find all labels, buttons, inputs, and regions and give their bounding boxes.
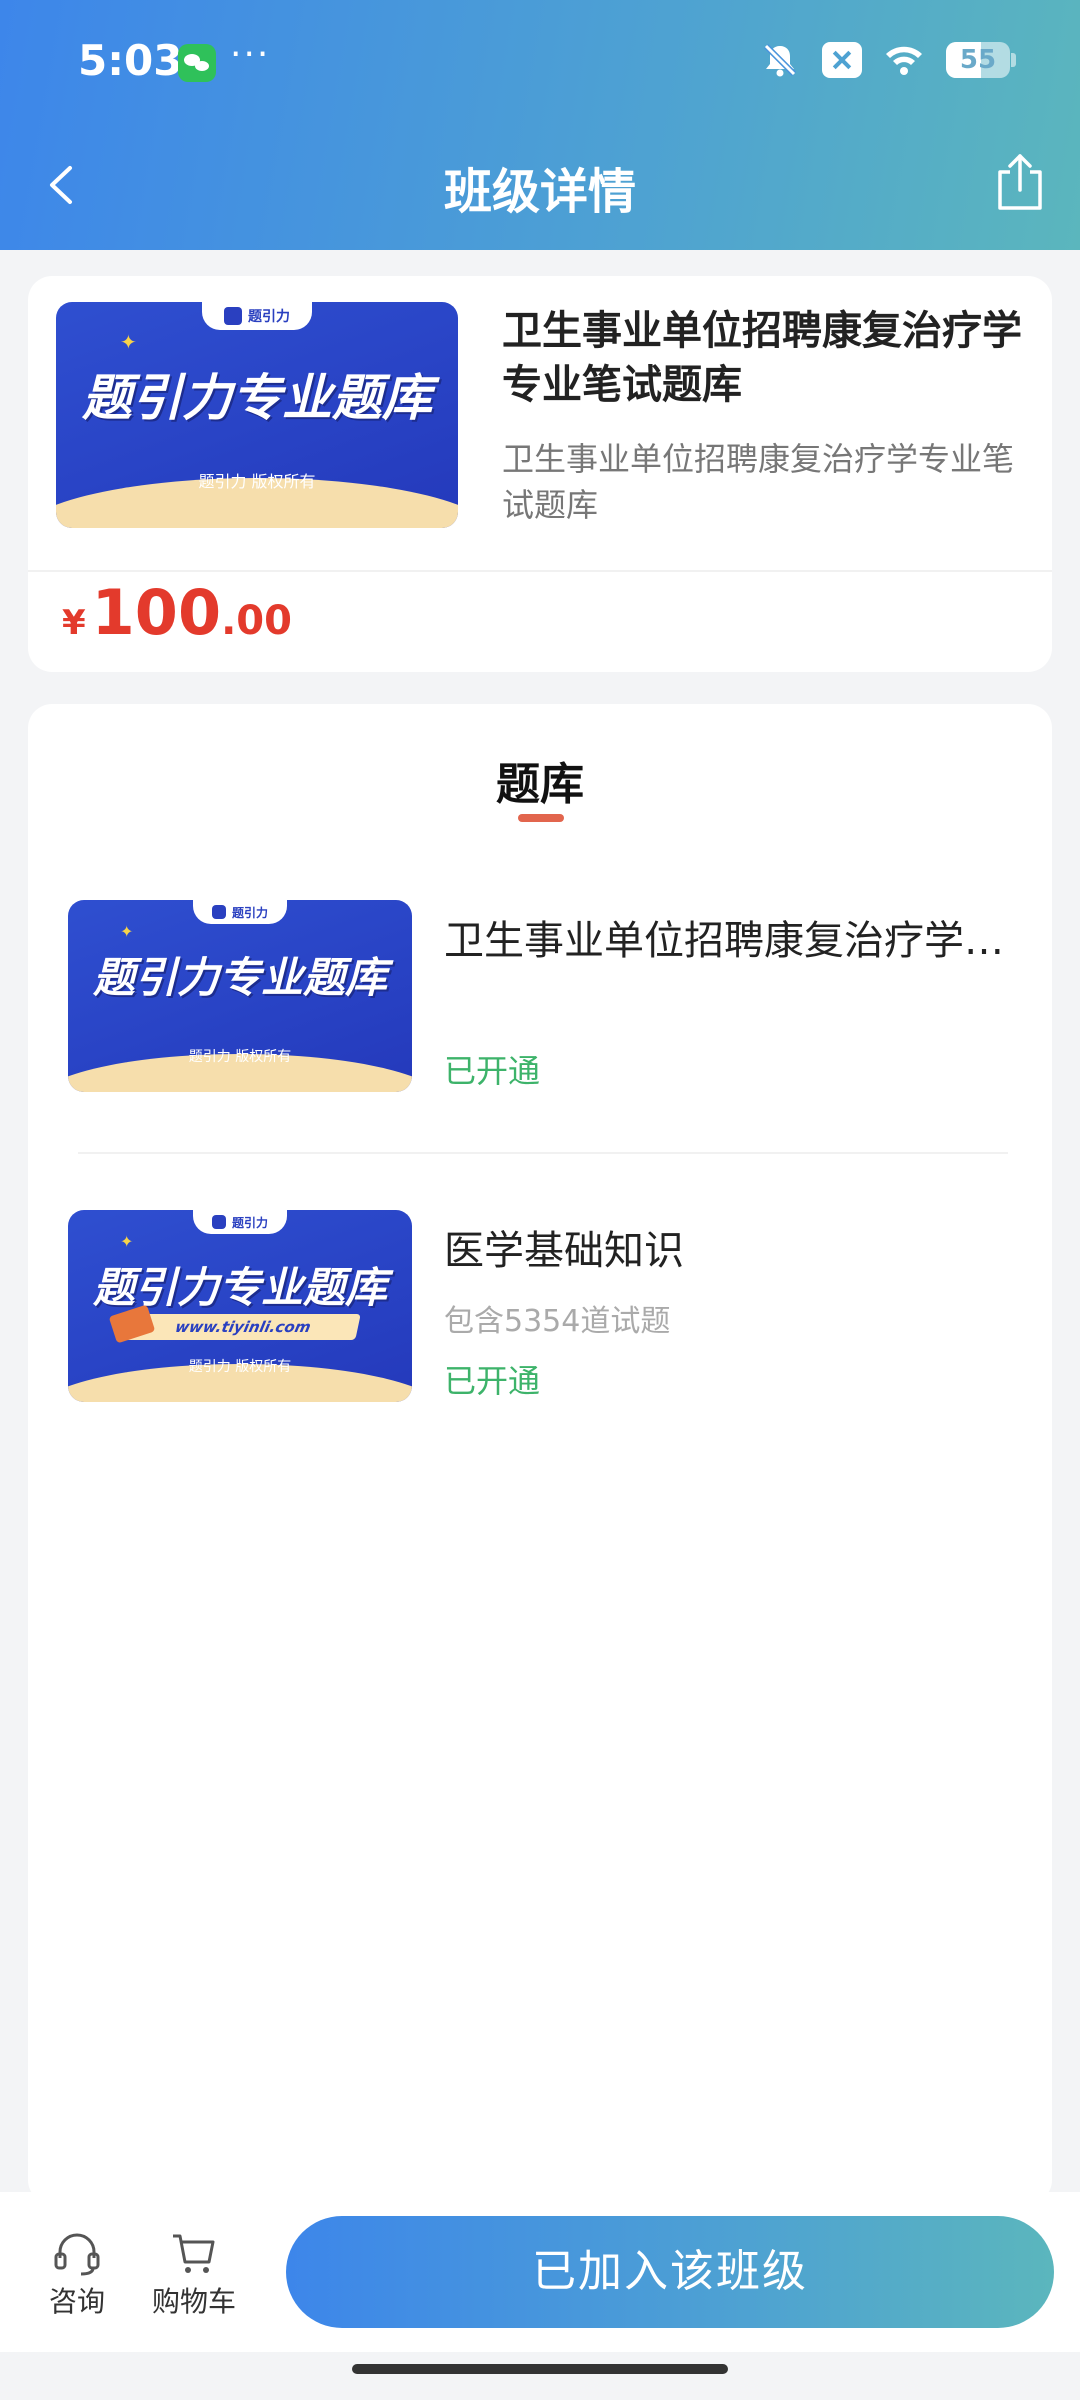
share-icon <box>998 154 1042 210</box>
banner-url: www.tiyinli.com <box>125 1314 361 1340</box>
status-icons: 55 <box>760 40 1016 80</box>
banner-title: 题引力专业题库 <box>92 953 387 1002</box>
home-indicator[interactable] <box>352 2364 728 2374</box>
price-integer: 100 <box>91 576 222 649</box>
wechat-icon <box>178 44 216 82</box>
share-button[interactable] <box>994 152 1046 212</box>
question-bank-section: 题库 题引力 ✦ 题引力专业题库 题引力 版权所有 卫生事业单位招聘康复治疗学专… <box>28 704 1052 2204</box>
price-currency: ¥ <box>62 603 86 643</box>
divider <box>28 570 1052 572</box>
banner-tag: 题引力 <box>193 900 287 924</box>
star-icon: ✦ <box>120 330 137 354</box>
consult-button[interactable]: 咨询 <box>42 2230 112 2320</box>
page-title: 班级详情 <box>443 164 636 220</box>
product-title: 卫生事业单位招聘康复治疗学专业笔试题库 <box>502 308 1022 408</box>
product-card: 题引力 ✦ 题引力专业题库 题引力 版权所有 卫生事业单位招聘康复治疗学专业笔试… <box>28 276 1052 672</box>
more-notifications-icon: ··· <box>230 34 271 75</box>
banner-tag-label: 题引力 <box>231 905 268 920</box>
bank-item-status: 已开通 <box>444 1362 541 1400</box>
star-icon: ✦ <box>120 922 134 941</box>
tab-active-indicator <box>518 814 564 822</box>
headset-icon <box>54 2233 100 2276</box>
banner-copyright: 题引力 版权所有 <box>198 472 316 491</box>
wifi-icon <box>884 40 924 80</box>
status-time: 5:03 <box>78 36 183 85</box>
bell-off-icon <box>760 40 800 80</box>
product-cover-image: 题引力 ✦ 题引力专业题库 题引力 版权所有 <box>56 302 458 528</box>
joined-class-button[interactable]: 已加入该班级 <box>286 2216 1054 2328</box>
banner-tag-label: 题引力 <box>248 309 290 325</box>
bottom-action-bar: 咨询 购物车 已加入该班级 <box>0 2192 1080 2352</box>
bank-item-question-count: 包含5354道试题 <box>444 1304 671 1339</box>
cart-label: 购物车 <box>151 2285 236 2318</box>
battery-icon: 55 <box>946 42 1016 78</box>
consult-label: 咨询 <box>48 2285 105 2318</box>
bank-cover-image: 题引力 ✦ 题引力专业题库 题引力 版权所有 <box>68 900 412 1092</box>
price-decimal: .00 <box>221 598 292 644</box>
battery-level: 55 <box>959 45 997 75</box>
status-bar: 5:03 ··· 55 <box>0 0 1080 126</box>
divider <box>78 1152 1008 1154</box>
list-item[interactable]: 题引力 ✦ 题引力专业题库 www.tiyinli.com 题引力 版权所有 医… <box>68 1210 1018 1406</box>
bank-cover-image: 题引力 ✦ 题引力专业题库 www.tiyinli.com 题引力 版权所有 <box>68 1210 412 1402</box>
list-item[interactable]: 题引力 ✦ 题引力专业题库 题引力 版权所有 卫生事业单位招聘康复治疗学专业笔试… <box>68 900 1018 1096</box>
banner-copyright: 题引力 版权所有 <box>188 1049 292 1065</box>
tab-question-bank[interactable]: 题库 <box>28 748 1052 812</box>
cart-button[interactable]: 购物车 <box>146 2230 242 2320</box>
brand-logo-icon <box>211 1215 226 1229</box>
header: 5:03 ··· 55 班级详情 <box>0 0 1080 250</box>
banner-tag: 题引力 <box>193 1210 287 1234</box>
bank-item-status: 已开通 <box>444 1052 541 1090</box>
product-subtitle: 卫生事业单位招聘康复治疗学专业笔试题库 <box>502 440 1015 524</box>
close-notification-icon <box>822 42 862 78</box>
banner-title: 题引力专业题库 <box>92 1263 387 1312</box>
banner-copyright: 题引力 版权所有 <box>188 1359 292 1375</box>
star-icon: ✦ <box>120 1232 134 1251</box>
banner-tag-label: 题引力 <box>231 1215 268 1230</box>
banner-tag: 题引力 <box>202 302 312 330</box>
brand-logo-icon <box>211 905 226 919</box>
nav-bar: 班级详情 <box>0 130 1080 240</box>
banner-title: 题引力专业题库 <box>82 369 432 427</box>
bank-item-title: 卫生事业单位招聘康复治疗学专业笔试题库 <box>444 918 1004 964</box>
cart-icon <box>173 2234 215 2273</box>
bank-item-title: 医学基础知识 <box>444 1228 684 1274</box>
brand-logo-icon <box>224 307 242 325</box>
price: ¥ 100 .00 <box>62 576 292 649</box>
